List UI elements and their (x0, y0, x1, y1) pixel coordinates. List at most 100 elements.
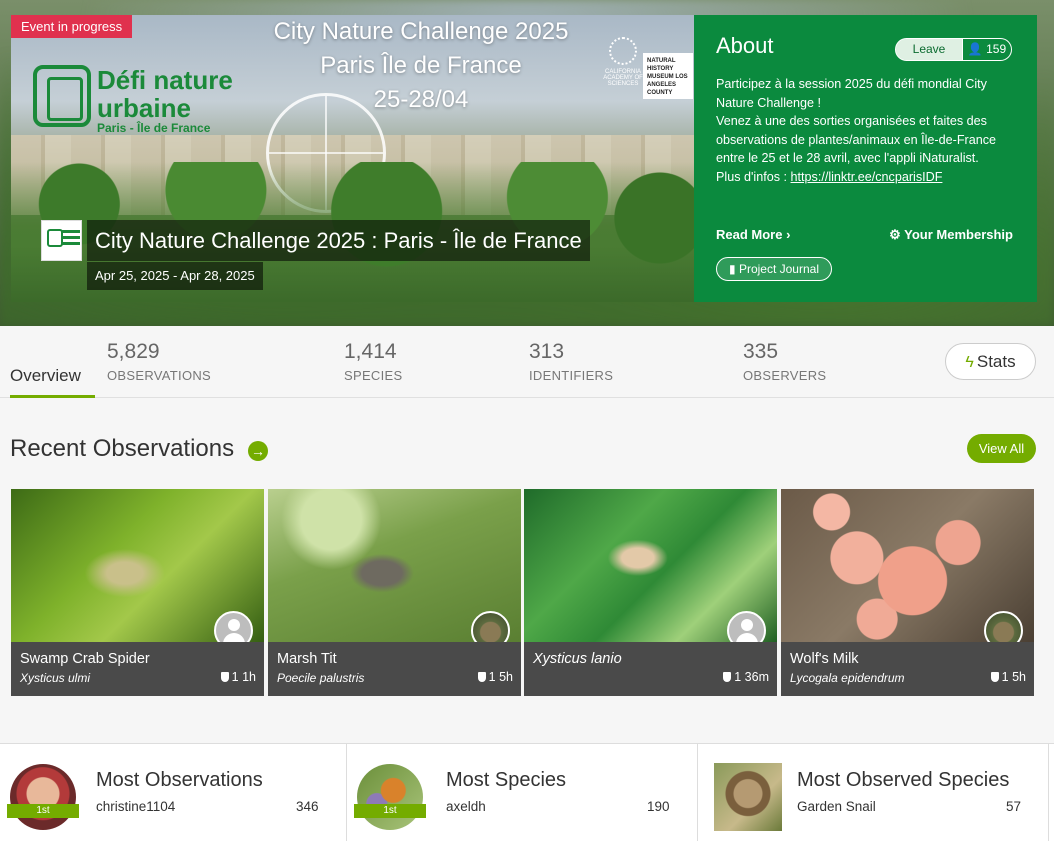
leaderboard-most-species[interactable]: 1st Most Species axeldh 190 (347, 744, 698, 841)
id-shield-icon (990, 672, 999, 682)
stats-bar: Overview 5,829 OBSERVATIONS 1,414 SPECIE… (0, 326, 1054, 398)
logo-text-line-3: Paris - Île de France (97, 121, 211, 135)
leader-name[interactable]: axeldh (446, 799, 486, 814)
leaderboards: 1st Most Observations christine1104 346 … (0, 743, 1054, 841)
stat-species[interactable]: 1,414 SPECIES (344, 340, 402, 383)
id-shield-icon (723, 672, 732, 682)
arrow-circle-right-icon[interactable]: → (248, 441, 268, 461)
chevron-right-icon: › (786, 227, 791, 242)
leader-count: 190 (647, 799, 670, 814)
stat-observers[interactable]: 335 OBSERVERS (743, 340, 826, 383)
member-count: 👤 159 (962, 39, 1011, 60)
linktree-link[interactable]: https://linktr.ee/cncparisIDF (791, 170, 943, 184)
observation-meta-text: 1 5h (1001, 670, 1026, 684)
project-icon (41, 220, 82, 261)
tab-overview[interactable]: Overview (10, 366, 81, 386)
project-journal-button[interactable]: ▮ Project Journal (716, 257, 832, 281)
leaderboard-most-observations[interactable]: 1st Most Observations christine1104 346 (0, 744, 347, 841)
user-avatar[interactable] (10, 764, 76, 830)
observation-info: Wolf's Milk Lycogala epidendrum 1 5h (781, 642, 1034, 696)
id-shield-icon (220, 672, 229, 682)
observation-common-name[interactable]: Wolf's Milk (790, 651, 859, 667)
observation-card[interactable]: Marsh Tit Poecile palustris 1 5h (268, 489, 521, 696)
stat-value: 1,414 (344, 340, 397, 363)
about-desc-line-2: Venez à une des sorties organisées et fa… (716, 114, 997, 165)
membership-label: Your Membership (904, 227, 1013, 242)
stat-label: OBSERVERS (743, 368, 827, 383)
gear-icon: ⚙ (889, 227, 901, 242)
rank-ribbon: 1st (348, 804, 432, 821)
academy-sun-icon (609, 37, 637, 65)
observation-meta: 1 5h (990, 670, 1026, 684)
about-heading: About (716, 33, 774, 58)
observation-card[interactable]: Xysticus lanio 1 36m (524, 489, 777, 696)
view-all-button[interactable]: View All (967, 434, 1036, 463)
observation-info: Swamp Crab Spider Xysticus ulmi 1 1h (11, 642, 264, 696)
about-desc-line-3: Plus d'infos : https://linktr.ee/cncpari… (716, 168, 1016, 187)
leader-count: 57 (1006, 799, 1022, 814)
banner-title-line-3: 25-28/04 (373, 86, 469, 113)
leader-name[interactable]: christine1104 (96, 799, 175, 814)
observation-info: Marsh Tit Poecile palustris 1 5h (268, 642, 521, 696)
california-academy-logo: CALIFORNIA ACADEMY OF SCIENCES (601, 25, 645, 95)
stat-value: 5,829 (107, 340, 160, 363)
leave-label[interactable]: Leave (896, 39, 962, 60)
stat-value: 313 (529, 340, 565, 363)
stat-identifiers[interactable]: 313 IDENTIFIERS (529, 340, 613, 383)
natural-history-museum-logo: NATURAL HISTORY MUSEUM LOS ANGELES COUNT… (643, 53, 693, 99)
journal-label: Project Journal (738, 262, 819, 276)
observation-scientific-name: Xysticus ulmi (20, 671, 91, 685)
banner-title-line-2: Paris Île de France (320, 52, 522, 79)
observation-scientific-name: Poecile palustris (277, 671, 365, 685)
journal-icon: ▮ (729, 262, 736, 276)
observation-common-name[interactable]: Marsh Tit (277, 651, 337, 667)
observation-meta: 1 5h (477, 670, 513, 684)
id-shield-icon (477, 672, 486, 682)
recent-observations-title: Recent Observations (10, 435, 235, 462)
project-dates: Apr 25, 2025 - Apr 28, 2025 (87, 262, 263, 290)
read-more-label: Read More (716, 227, 783, 242)
logo-text-line-2: urbaine (97, 93, 191, 123)
rank-ribbon: 1st (1, 804, 85, 821)
about-panel: About Leave 👤 159 Participez à la sessio… (694, 15, 1037, 302)
stats-button-label: Stats (976, 352, 1016, 371)
read-more-link[interactable]: Read More › (716, 227, 790, 242)
observation-meta: 1 36m (723, 670, 769, 684)
leaderboard-title: Most Species (446, 769, 567, 791)
species-photo[interactable] (714, 763, 782, 831)
leaderboard-most-observed-species[interactable]: Most Observed Species Garden Snail 57 (698, 744, 1049, 841)
active-tab-indicator (10, 395, 95, 398)
observation-common-name[interactable]: Swamp Crab Spider (20, 651, 150, 667)
about-description: Participez à la session 2025 du défi mon… (716, 75, 1016, 186)
academy-logo-text: CALIFORNIA ACADEMY OF SCIENCES (603, 69, 643, 87)
user-avatar[interactable] (357, 764, 423, 830)
person-icon: 👤 (967, 42, 983, 56)
stat-observations[interactable]: 5,829 OBSERVATIONS (107, 340, 211, 383)
observation-common-name[interactable]: Xysticus lanio (533, 651, 622, 667)
observation-meta-text: 1 1h (231, 670, 256, 684)
stat-value: 335 (743, 340, 779, 363)
banner-title-line-1: City Nature Challenge 2025 (273, 18, 569, 45)
observation-meta-text: 1 5h (488, 670, 513, 684)
about-desc-line-1: Participez à la session 2025 du défi mon… (716, 77, 987, 110)
stat-label: OBSERVATIONS (107, 368, 212, 383)
leaderboard-title: Most Observations (96, 769, 263, 791)
leave-project-button[interactable]: Leave 👤 159 (895, 38, 1012, 61)
observation-info: Xysticus lanio 1 36m (524, 642, 777, 696)
logo-text-line-1: Défi nature (97, 65, 233, 95)
your-membership-link[interactable]: ⚙ Your Membership (889, 227, 1013, 243)
observation-meta: 1 1h (220, 670, 256, 684)
leader-count: 346 (296, 799, 319, 814)
observation-card[interactable]: Wolf's Milk Lycogala epidendrum 1 5h (781, 489, 1034, 696)
leader-name[interactable]: Garden Snail (797, 799, 876, 814)
leaderboard-title: Most Observed Species (797, 769, 1010, 791)
observation-scientific-name: Lycogala epidendrum (790, 671, 905, 685)
observation-meta-text: 1 36m (734, 670, 769, 684)
event-in-progress-badge: Event in progress (11, 15, 133, 38)
defi-nature-logo-icon (33, 65, 91, 127)
about-desc-more-info: Plus d'infos : (716, 169, 791, 184)
observation-card[interactable]: Swamp Crab Spider Xysticus ulmi 1 1h (11, 489, 264, 696)
stat-label: IDENTIFIERS (529, 368, 614, 383)
lightning-icon: ϟ (965, 354, 974, 371)
stats-button[interactable]: ϟ Stats (945, 343, 1036, 380)
